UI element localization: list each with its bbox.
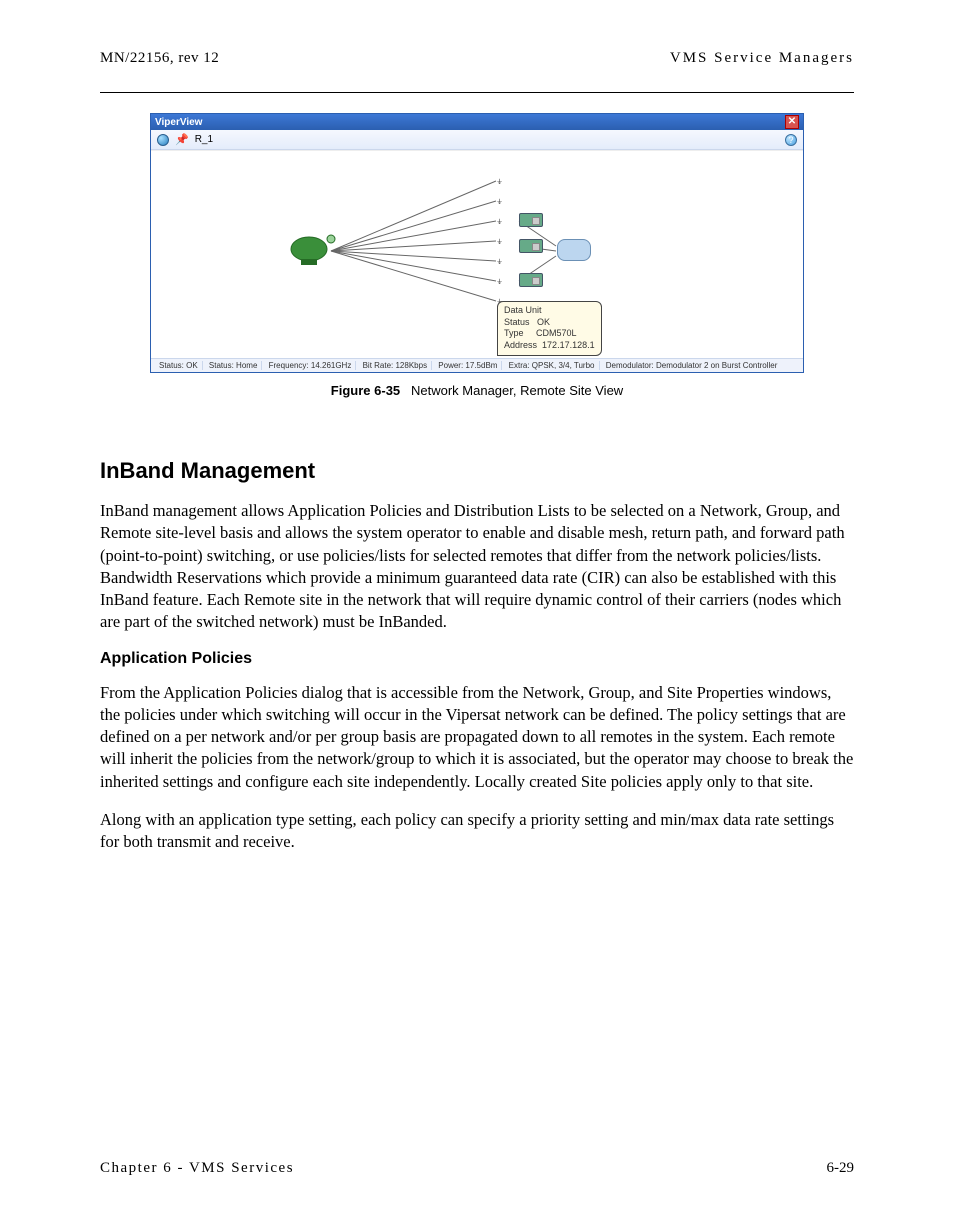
network-cloud-icon[interactable] [557, 239, 591, 261]
viperview-window: ViperView ✕ 📌 R_1 ? [150, 113, 804, 373]
window-titlebar[interactable]: ViperView ✕ [151, 114, 803, 130]
svg-text:⍖: ⍖ [496, 254, 503, 268]
svg-text:⍖: ⍖ [496, 234, 503, 248]
paragraph: InBand management allows Application Pol… [100, 500, 854, 634]
status-segment: Bit Rate: 128Kbps [359, 361, 432, 370]
footer-chapter: Chapter 6 - VMS Services [100, 1160, 294, 1177]
svg-text:⍖: ⍖ [496, 194, 503, 208]
status-segment: Extra: QPSK, 3/4, Turbo [505, 361, 600, 370]
tooltip-type-value: CDM570L [536, 328, 577, 338]
heading-inband-management: InBand Management [100, 458, 854, 484]
node-tooltip: Data Unit Status OK Type CDM570L Address… [497, 301, 602, 356]
footer-page-number: 6-29 [827, 1160, 855, 1177]
figure-label: Figure 6-35 [331, 383, 400, 398]
device-node[interactable] [519, 213, 543, 227]
figure-caption: Figure 6-35 Network Manager, Remote Site… [150, 383, 804, 398]
network-diagram[interactable]: ⍖ ⍖ ⍖ ⍖ ⍖ ⍖ ⍖ [151, 150, 803, 358]
figure-caption-text: Network Manager, Remote Site View [411, 383, 623, 398]
status-segment: Frequency: 14.261GHz [265, 361, 357, 370]
tooltip-type-label: Type [504, 328, 524, 338]
device-node[interactable] [519, 239, 543, 253]
header-rule [100, 92, 854, 93]
doc-section: VMS Service Managers [670, 50, 854, 67]
paragraph: Along with an application type setting, … [100, 809, 854, 854]
pin-icon[interactable]: 📌 [175, 133, 189, 146]
device-node[interactable] [519, 273, 543, 287]
topology-lines: ⍖ ⍖ ⍖ ⍖ ⍖ ⍖ ⍖ [151, 151, 803, 358]
doc-id: MN/22156, rev 12 [100, 50, 219, 67]
globe-icon[interactable] [157, 134, 169, 146]
status-segment: Status: OK [155, 361, 203, 370]
status-bar: Status: OK Status: Home Frequency: 14.26… [151, 358, 803, 372]
window-title: ViperView [155, 117, 202, 128]
svg-text:⍖: ⍖ [496, 214, 503, 228]
help-icon[interactable]: ? [785, 134, 797, 146]
status-segment: Power: 17.5dBm [434, 361, 502, 370]
status-segment: Status: Home [205, 361, 262, 370]
close-icon[interactable]: ✕ [785, 115, 799, 129]
tooltip-status-label: Status [504, 317, 530, 327]
tooltip-title: Data Unit [504, 305, 595, 317]
toolbar: 📌 R_1 ? [151, 130, 803, 150]
tooltip-status-value: OK [537, 317, 550, 327]
tooltip-addr-label: Address [504, 340, 537, 350]
svg-text:⍖: ⍖ [496, 174, 503, 188]
figure-screenshot: ViperView ✕ 📌 R_1 ? [150, 113, 804, 398]
svg-text:⍖: ⍖ [496, 274, 503, 288]
tooltip-addr-value: 172.17.128.1 [542, 340, 595, 350]
paragraph: From the Application Policies dialog tha… [100, 682, 854, 793]
heading-application-policies: Application Policies [100, 650, 854, 668]
toolbar-label: R_1 [195, 134, 213, 145]
status-segment: Demodulator: Demodulator 2 on Burst Cont… [602, 361, 782, 370]
